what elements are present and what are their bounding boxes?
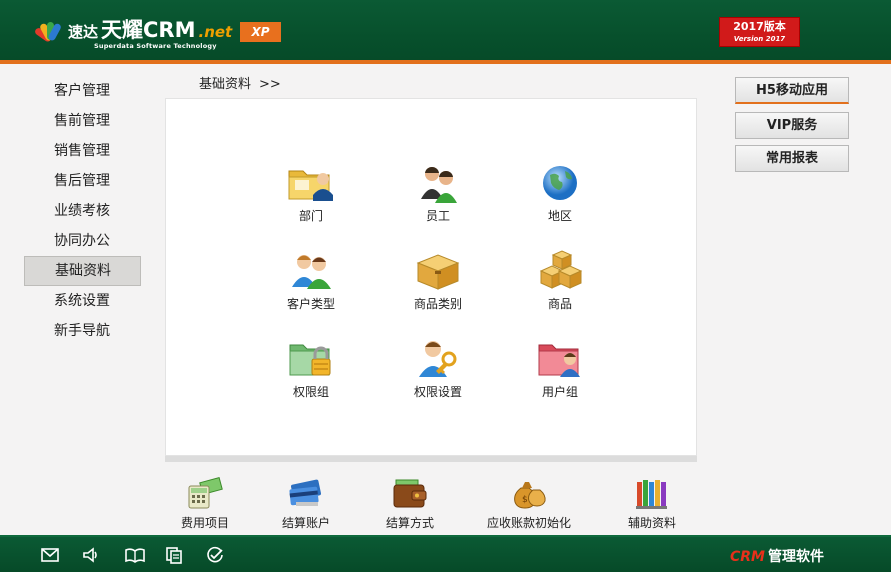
brand-main: 天耀CRM [101,18,196,42]
wallet-icon [390,476,430,510]
grid-item-employee[interactable]: 员工 [388,161,488,224]
sidebar-nav: 客户管理 售前管理 销售管理 售后管理 业绩考核 协同办公 基础资料 系统设置 … [24,76,141,346]
mail-icon[interactable] [40,545,60,565]
box-icon [413,249,463,293]
footer-brand-crm: CRM [730,549,765,565]
bank-cards-icon [286,476,326,510]
vip-service-button[interactable]: VIP服务 [735,112,849,139]
folder-user-icon [286,161,336,205]
speaker-icon[interactable] [81,545,101,565]
footer-brand-text: 管理软件 [768,549,824,565]
grid-label: 地区 [547,209,572,223]
version-line2: Version 2017 [733,35,786,43]
h5-mobile-app-button[interactable]: H5移动应用 [735,77,849,104]
books-icon [632,476,672,510]
app-header: 速达 天耀CRM .net Superdata Software Technol… [0,0,891,62]
sidebar-item-aftersales[interactable]: 售后管理 [24,166,141,196]
grid-label: 权限设置 [413,385,462,399]
shortcut-label: 应收账款初始化 [486,516,571,530]
grid-item-product-category[interactable]: 商品类别 [388,249,488,312]
book-icon[interactable] [124,545,145,565]
footer-brand: CRM 管理软件 [730,546,824,566]
grid-item-product[interactable]: 商品 [510,249,610,312]
sidebar-item-sales[interactable]: 销售管理 [24,136,141,166]
brand-prefix: 速达 [68,23,99,41]
grid-label: 用户组 [541,385,578,399]
sidebar-item-collaboration[interactable]: 协同办公 [24,226,141,256]
brand-suffix: .net [198,23,233,41]
check-circle-icon[interactable] [205,545,225,565]
shortcut-settlement-methods[interactable]: 结算方式 [355,476,465,531]
basic-data-panel: 部门 员工 地区 客户类型 商品类别 商品 权限组 权限设置 用户组 [165,98,697,456]
breadcrumb: 基础资料 >> [199,73,281,92]
brand-subtitle: Superdata Software Technology [94,42,217,50]
money-bags-icon: $ [509,476,549,510]
shortcut-expense-items[interactable]: 费用项目 [150,476,260,531]
header-divider [0,60,891,64]
sidebar-item-settings[interactable]: 系统设置 [24,286,141,316]
boxes-icon [535,249,585,293]
folder-user-red-icon [535,337,585,381]
shortcut-label: 结算账户 [281,516,330,530]
users-icon [413,161,463,205]
grid-label: 部门 [298,209,323,223]
app-logo: 速达 天耀CRM .net Superdata Software Technol… [33,14,233,50]
svg-text:$: $ [522,495,528,505]
grid-label: 权限组 [292,385,329,399]
shortcut-settlement-accounts[interactable]: 结算账户 [251,476,361,531]
sidebar-item-basic-data[interactable]: 基础资料 [24,256,141,286]
shortcut-label: 费用项目 [180,516,229,530]
logo-mark-icon [33,14,66,43]
breadcrumb-separator: >> [259,77,281,92]
grid-label: 客户类型 [286,297,335,311]
bottom-shortcuts: 费用项目 结算账户 结算方式 $ 应收账款初始化 辅助资料 [165,462,697,535]
app-footer: CRM 管理软件 [0,535,891,572]
folder-lock-icon [286,337,336,381]
globe-icon [535,161,585,205]
grid-item-permission-settings[interactable]: 权限设置 [388,337,488,400]
edition-badge: XP [240,22,281,42]
copy-icon[interactable] [164,545,184,565]
sidebar-item-guide[interactable]: 新手导航 [24,316,141,346]
sidebar-item-presales[interactable]: 售前管理 [24,106,141,136]
version-line1: 2017版本 [733,20,786,33]
customers-icon [286,249,336,293]
shortcut-auxiliary-data[interactable]: 辅助资料 [597,476,707,531]
shortcut-label: 结算方式 [385,516,434,530]
grid-item-permission-group[interactable]: 权限组 [261,337,361,400]
grid-item-region[interactable]: 地区 [510,161,610,224]
grid-label: 员工 [425,209,450,223]
grid-item-customer-type[interactable]: 客户类型 [261,249,361,312]
sidebar-item-customer[interactable]: 客户管理 [24,76,141,106]
version-badge: 2017版本 Version 2017 [719,17,800,47]
calculator-money-icon [185,476,225,510]
common-reports-button[interactable]: 常用报表 [735,145,849,172]
grid-item-department[interactable]: 部门 [261,161,361,224]
grid-item-user-group[interactable]: 用户组 [510,337,610,400]
user-key-icon [413,337,463,381]
grid-label: 商品类别 [413,297,462,311]
breadcrumb-label: 基础资料 [199,77,252,92]
shortcut-label: 辅助资料 [627,516,676,530]
sidebar-item-performance[interactable]: 业绩考核 [24,196,141,226]
shortcut-receivables-init[interactable]: $ 应收账款初始化 [474,476,584,531]
grid-label: 商品 [547,297,572,311]
